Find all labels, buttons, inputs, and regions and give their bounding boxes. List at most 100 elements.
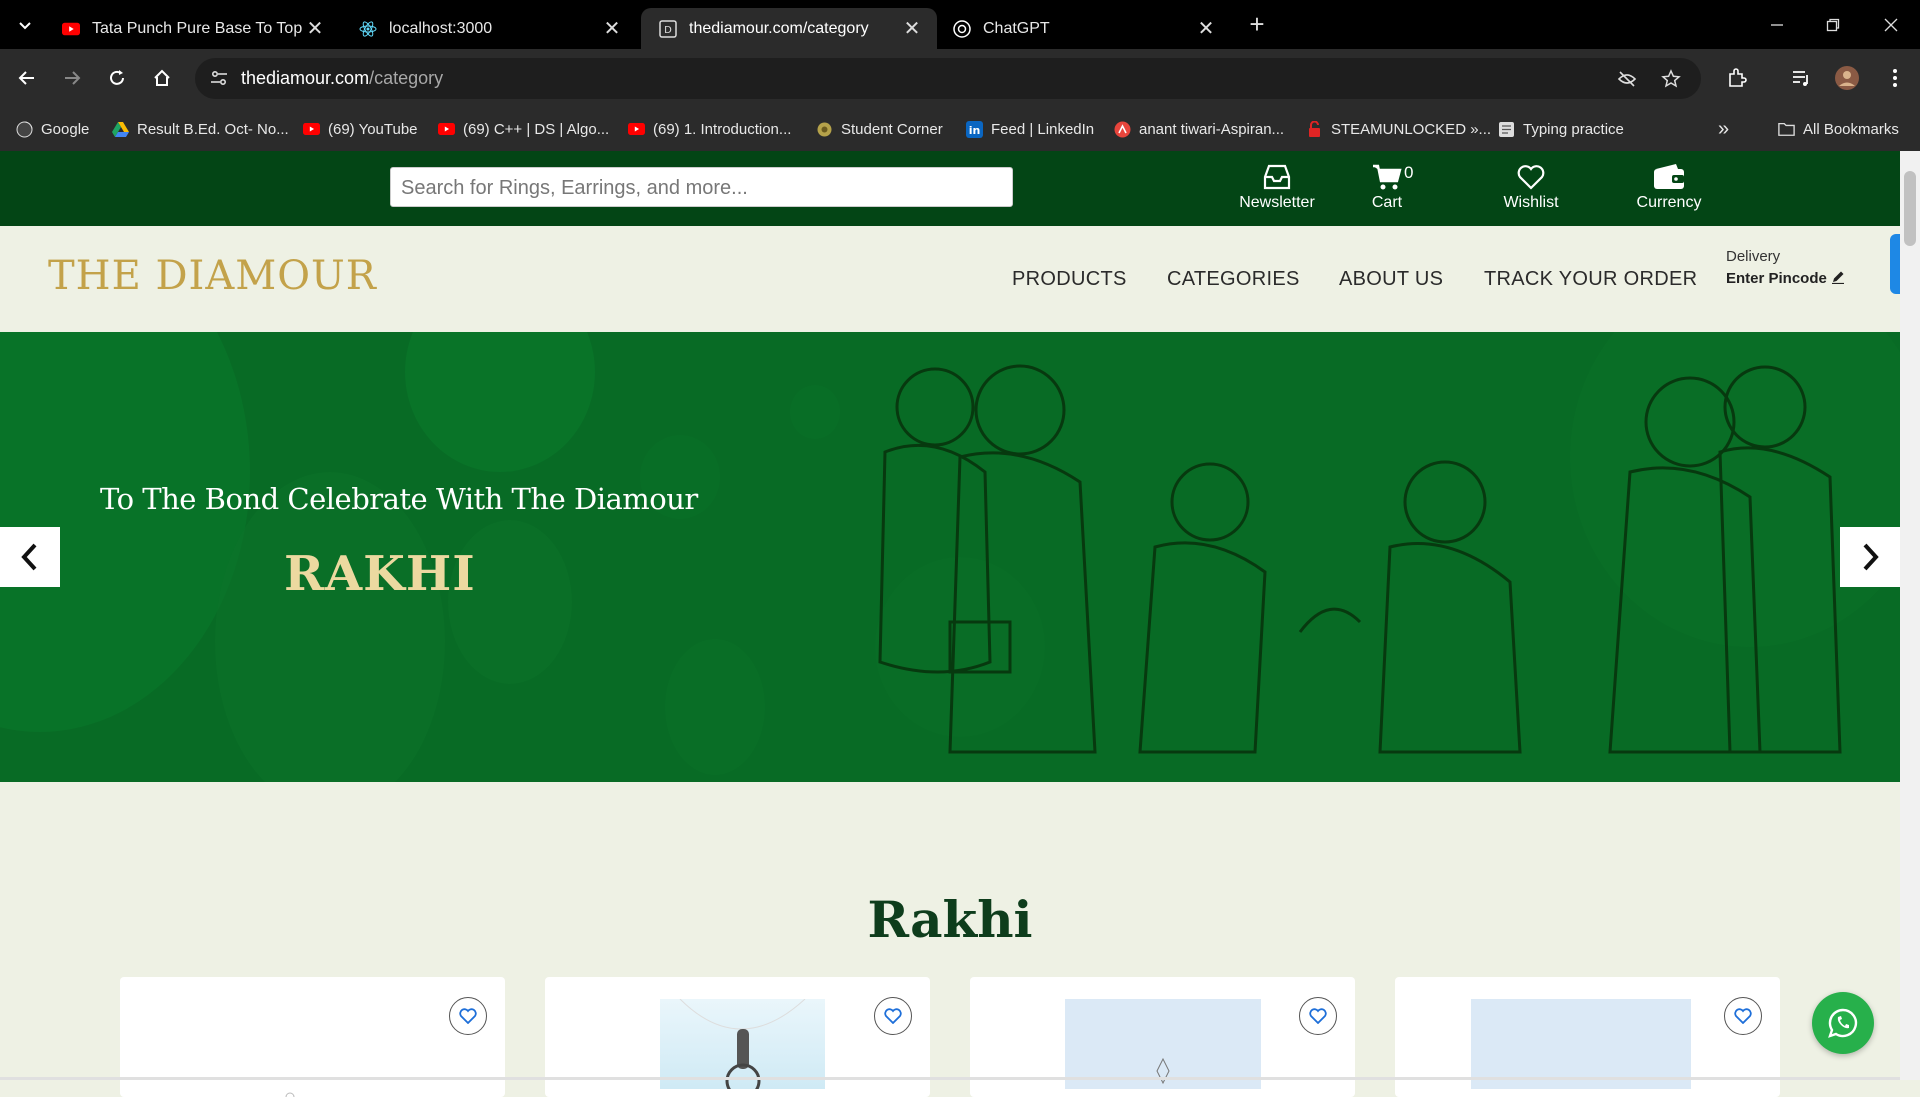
site-logo[interactable]: THE DIAMOUR	[48, 253, 377, 299]
bookmark-label: anant tiwari-Aspiran...	[1139, 120, 1285, 138]
tab-chatgpt[interactable]: ChatGPT ✕	[935, 8, 1231, 49]
svg-text:D: D	[664, 25, 672, 36]
bookmark-label: Google	[41, 120, 90, 138]
tab-youtube[interactable]: Tata Punch Pure Base To Top Model ✕	[44, 8, 340, 49]
url-domain: thediamour.com	[241, 68, 370, 88]
more-bookmarks-icon[interactable]: »	[1718, 116, 1729, 142]
chevron-left-icon	[21, 543, 37, 571]
drive-icon	[112, 121, 129, 138]
bookmark-cpp[interactable]: (69) C++ | DS | Algo...	[438, 116, 609, 142]
restore-icon[interactable]	[1818, 10, 1848, 40]
wishlist-heart-icon[interactable]	[1299, 997, 1337, 1035]
hero-banner: To The Bond Celebrate With The Diamour R…	[0, 332, 1900, 782]
eye-off-icon[interactable]	[1615, 67, 1639, 91]
all-bookmarks-label: All Bookmarks	[1803, 120, 1899, 138]
bookmark-star-icon[interactable]	[1659, 67, 1683, 91]
close-tab-icon[interactable]: ✕	[899, 16, 925, 42]
close-tab-icon[interactable]: ✕	[599, 16, 625, 42]
extensions-icon[interactable]	[1722, 63, 1752, 93]
tab-title: localhost:3000	[389, 19, 493, 37]
browser-menu-icon[interactable]	[1880, 63, 1910, 93]
reload-icon[interactable]	[102, 63, 132, 93]
tab-diamour[interactable]: D thediamour.com/category ✕	[641, 8, 937, 49]
wishlist-label: Wishlist	[1503, 194, 1559, 211]
bookmark-label: Result B.Ed. Oct- No...	[137, 120, 289, 138]
bookmark-typing[interactable]: Typing practice	[1498, 116, 1624, 142]
enter-pincode-button[interactable]: Enter Pincode	[1726, 270, 1845, 287]
svg-text:in: in	[969, 124, 981, 137]
whatsapp-icon	[1828, 1008, 1858, 1038]
wishlist-button[interactable]: Wishlist	[1476, 163, 1586, 212]
carousel-prev-button[interactable]	[0, 527, 60, 587]
page-scrollbar[interactable]	[1900, 151, 1920, 1080]
address-bar[interactable]: thediamour.com/category	[195, 58, 1701, 99]
pincode-label: Enter Pincode	[1726, 270, 1827, 287]
close-window-icon[interactable]	[1876, 10, 1906, 40]
bookmark-intro[interactable]: (69) 1. Introduction...	[628, 116, 791, 142]
bookmark-label: Student Corner	[841, 120, 943, 138]
nav-products[interactable]: PRODUCTS	[1012, 268, 1127, 291]
product-image	[660, 998, 825, 1097]
chatgpt-icon	[953, 19, 971, 38]
tab-search-icon[interactable]	[14, 14, 36, 36]
search-input[interactable]: Search for Rings, Earrings, and more...	[390, 167, 1013, 207]
site-top-strip: Search for Rings, Earrings, and more... …	[0, 151, 1900, 226]
delivery-label: Delivery	[1726, 248, 1781, 265]
all-bookmarks[interactable]: All Bookmarks	[1778, 116, 1899, 142]
newsletter-button[interactable]: Newsletter	[1222, 163, 1332, 212]
react-icon	[359, 20, 377, 38]
wishlist-heart-icon[interactable]	[449, 997, 487, 1035]
whatsapp-chat-button[interactable]	[1812, 992, 1874, 1054]
wishlist-heart-icon[interactable]	[1724, 997, 1762, 1035]
linkedin-icon: in	[966, 120, 983, 138]
youtube-icon	[303, 121, 320, 138]
bookmark-label: (69) 1. Introduction...	[653, 120, 792, 138]
profile-icon	[1114, 121, 1131, 138]
profile-avatar-icon[interactable]	[1832, 63, 1862, 93]
bookmark-result[interactable]: Result B.Ed. Oct- No...	[112, 116, 289, 142]
side-feedback-tab[interactable]	[1890, 234, 1900, 294]
bookmark-anant[interactable]: anant tiwari-Aspiran...	[1114, 116, 1284, 142]
heart-icon	[1517, 165, 1545, 190]
bookmark-label: Feed | LinkedIn	[991, 120, 1095, 138]
cart-count-badge: 0	[1404, 163, 1414, 182]
forward-icon[interactable]	[57, 63, 87, 93]
cart-icon	[1373, 164, 1402, 190]
minimize-icon[interactable]	[1762, 10, 1792, 40]
currency-label: Currency	[1636, 194, 1702, 211]
site-info-icon[interactable]	[209, 68, 229, 93]
close-tab-icon[interactable]: ✕	[302, 16, 328, 42]
bookmark-steamunlocked[interactable]: STEAMUNLOCKED »...	[1306, 116, 1491, 142]
nav-about-us[interactable]: ABOUT US	[1339, 268, 1443, 291]
currency-button[interactable]: Currency	[1614, 163, 1724, 212]
youtube-icon	[628, 121, 645, 138]
new-tab-icon[interactable]: +	[1244, 11, 1270, 38]
nav-track-order[interactable]: TRACK YOUR ORDER	[1484, 268, 1697, 291]
main-navigation: THE DIAMOUR PRODUCTS CATEGORIES ABOUT US…	[0, 226, 1900, 332]
media-controls-icon[interactable]	[1786, 63, 1816, 93]
close-tab-icon[interactable]: ✕	[1193, 16, 1219, 42]
wishlist-heart-icon[interactable]	[874, 997, 912, 1035]
newsletter-label: Newsletter	[1239, 194, 1315, 211]
bookmark-student-corner[interactable]: Student Corner	[816, 116, 943, 142]
bookmark-label: (69) C++ | DS | Algo...	[463, 120, 610, 138]
tab-title: ChatGPT	[983, 19, 1050, 37]
bookmark-youtube[interactable]: (69) YouTube	[303, 116, 418, 142]
browser-tab-bar: Tata Punch Pure Base To Top Model ✕ loca…	[0, 0, 1920, 49]
cart-button[interactable]: Cart 0	[1332, 163, 1442, 212]
url-text[interactable]: thediamour.com/category	[241, 68, 443, 89]
back-icon[interactable]	[12, 63, 42, 93]
edit-pencil-icon	[1832, 271, 1845, 285]
cart-label: Cart	[1371, 194, 1403, 211]
home-icon[interactable]	[147, 63, 177, 93]
carousel-next-button[interactable]	[1840, 527, 1900, 587]
product-image	[280, 999, 300, 1097]
youtube-icon	[438, 121, 455, 138]
student-icon	[816, 121, 833, 138]
bookmark-linkedin[interactable]: in Feed | LinkedIn	[966, 116, 1094, 142]
scrollbar-thumb[interactable]	[1904, 171, 1916, 246]
hero-subtitle: To The Bond Celebrate With The Diamour	[100, 482, 698, 516]
nav-categories[interactable]: CATEGORIES	[1167, 268, 1300, 291]
tab-localhost[interactable]: localhost:3000 ✕	[341, 8, 637, 49]
bookmark-google[interactable]: Google	[16, 116, 89, 142]
